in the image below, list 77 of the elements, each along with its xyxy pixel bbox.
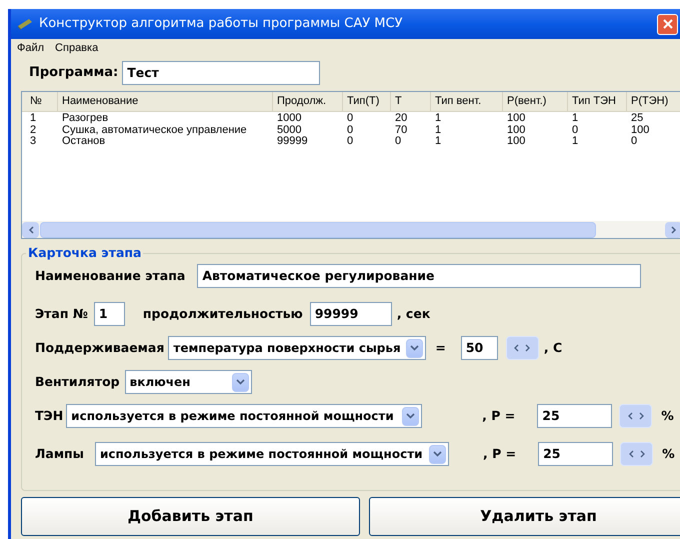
field-label: Поддерживаемая: [35, 338, 164, 357]
table-cell-text: 25: [630, 113, 644, 124]
group-title: Карточка этапа: [26, 245, 144, 261]
table-cell-text: 70: [394, 124, 408, 136]
heater-power-field[interactable]: 25: [537, 404, 612, 428]
field-label: ТЭН: [35, 406, 64, 425]
table-cell-text: 5000: [276, 124, 302, 136]
table-cell-text: 100: [630, 124, 650, 136]
column-header[interactable]: Наименование: [58, 92, 273, 111]
table-cell-text: 1: [434, 113, 442, 124]
column-header[interactable]: Тип ТЭН: [568, 92, 627, 111]
field-label: , С: [544, 338, 562, 357]
menu-item[interactable]: Справка: [55, 40, 98, 56]
field-label: Наименование этапа: [35, 266, 186, 285]
table-cell-text: 100: [506, 136, 526, 148]
table-cell-text: 2: [29, 124, 38, 136]
field-label: , P =: [482, 444, 516, 463]
table-cell-text: Разогрев: [61, 113, 110, 124]
table-cell-text: 0: [394, 136, 402, 148]
table-cell-text: 99999: [276, 136, 309, 148]
duration-field[interactable]: 99999: [310, 302, 392, 326]
column-header[interactable]: Р(ТЭН): [627, 92, 680, 111]
spinner-arrows-icon[interactable]: [619, 404, 652, 428]
scroll-right-icon[interactable]: [670, 226, 676, 234]
program-name-field[interactable]: Тест: [122, 61, 320, 85]
stage-name-field[interactable]: Автоматическое регулирование: [197, 264, 642, 288]
spinner-arrows-icon[interactable]: [620, 442, 654, 466]
fan-dropdown[interactable]: включен: [124, 370, 252, 394]
table-cell-text: 1: [29, 113, 38, 124]
table-cell-text: 100: [506, 113, 526, 124]
table-cell-text: Останов: [61, 136, 106, 148]
field-label: , сек: [396, 304, 430, 323]
column-header[interactable]: Тип(Т): [343, 92, 391, 111]
field-label: =: [435, 338, 446, 357]
field-label: Вентилятор: [35, 372, 120, 391]
app-icon: [17, 17, 33, 31]
close-icon[interactable]: [662, 19, 672, 29]
spinner-arrows-icon[interactable]: [506, 336, 539, 360]
column-header[interactable]: Тип вент.: [431, 92, 503, 111]
field-label: Программа:: [29, 64, 118, 82]
table-cell-text: 0: [630, 136, 638, 148]
column-header[interactable]: Продолж.: [273, 92, 343, 111]
horizontal-scrollbar[interactable]: [22, 221, 680, 238]
lamps-dropdown[interactable]: используется в режиме постоянной мощности: [94, 442, 449, 466]
table-cell-text: 100: [506, 124, 526, 136]
field-label: , P =: [482, 406, 516, 425]
setpoint-field[interactable]: 50: [460, 336, 498, 360]
field-label: продолжительностью: [142, 304, 303, 323]
table-cell-text: 1000: [276, 113, 302, 124]
table-cell-text: Сушка, автоматическое управление: [61, 124, 248, 136]
table-cell-text: 0: [346, 124, 354, 136]
table-cell-text: 20: [394, 113, 408, 124]
field-label: Этап №: [35, 304, 88, 323]
stage-button[interactable]: Добавить этап: [21, 497, 360, 536]
scroll-left-icon[interactable]: [28, 226, 34, 234]
table-cell-text: 3: [29, 136, 38, 148]
lamps-power-field[interactable]: 25: [538, 442, 614, 466]
menu-item[interactable]: Файл: [17, 40, 44, 56]
table-cell-text: 1: [571, 136, 580, 148]
stage-button[interactable]: Удалить этап: [369, 497, 680, 536]
table-cell-text: 0: [346, 136, 354, 148]
column-header[interactable]: Р(вент.): [503, 92, 568, 111]
column-header[interactable]: Т: [391, 92, 431, 111]
heater-dropdown[interactable]: используется в режиме постоянной мощности: [66, 404, 422, 428]
close-button[interactable]: [657, 14, 678, 34]
column-header[interactable]: №: [22, 92, 58, 111]
table-cell-text: 1: [434, 124, 442, 136]
table-cell-text: 1: [571, 113, 580, 124]
window-title: Конструктор алгоритма работы программы САУ МСУ: [39, 15, 403, 34]
table-cell-text: 1: [434, 136, 442, 148]
parameter-dropdown[interactable]: температура поверхности сырья: [168, 336, 426, 360]
table-cell-text: 0: [571, 124, 580, 136]
stage-number-field[interactable]: 1: [94, 302, 125, 326]
field-label: %: [662, 444, 675, 463]
field-label: %: [661, 406, 674, 425]
field-label: Лампы: [35, 444, 84, 463]
table-cell-text: 0: [346, 113, 354, 124]
